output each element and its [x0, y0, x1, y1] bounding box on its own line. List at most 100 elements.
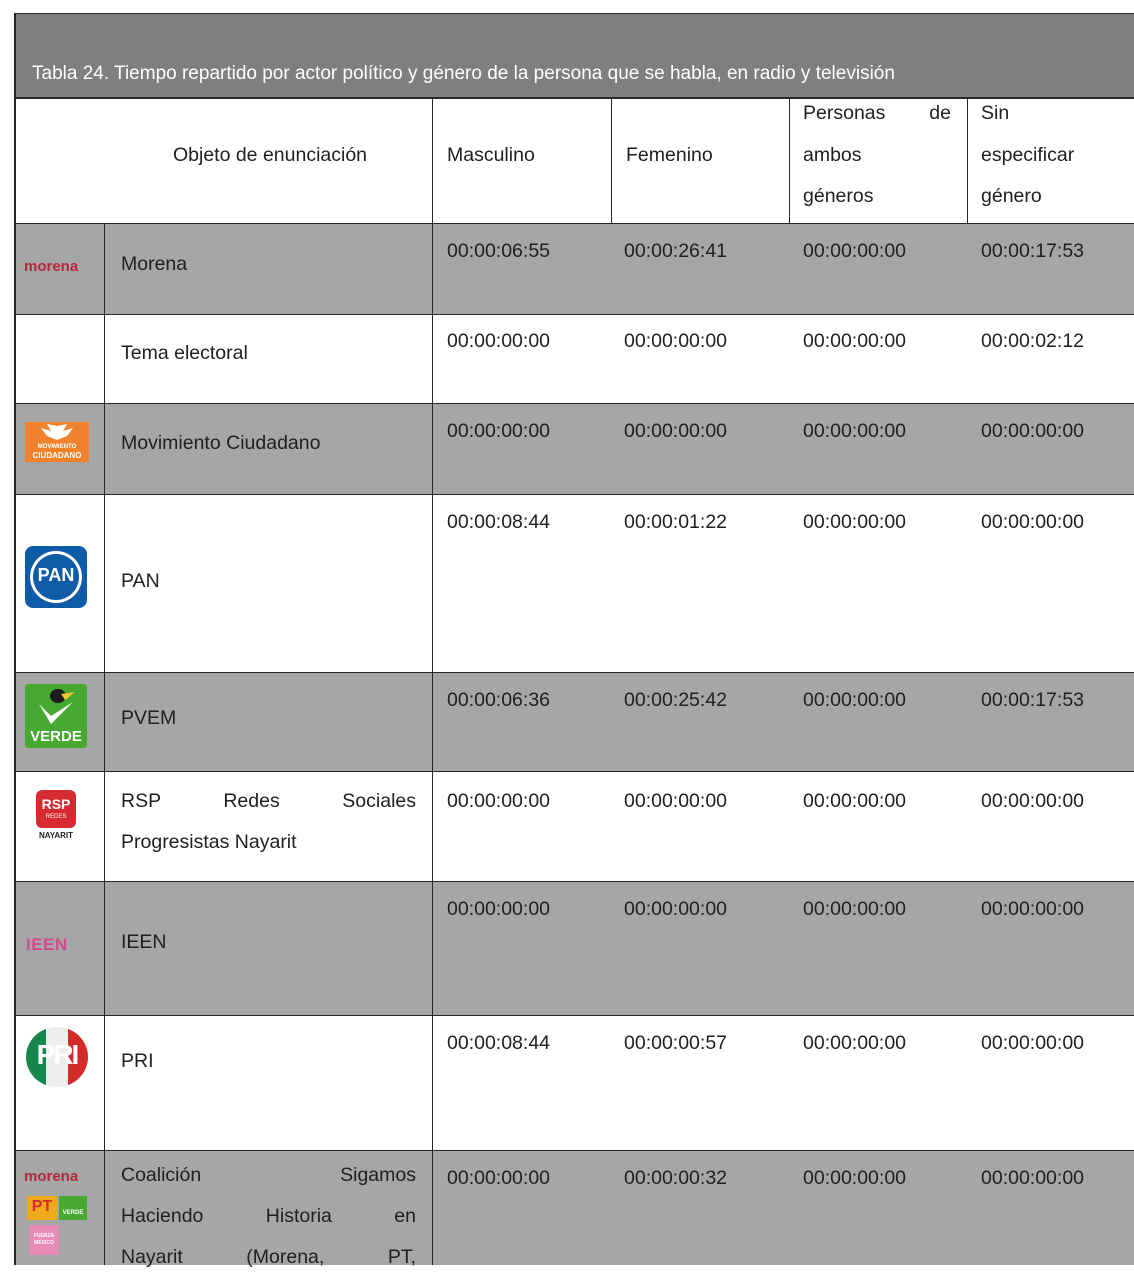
- rule-6: [16, 881, 1134, 882]
- row-name: PVEM: [121, 707, 177, 729]
- coalicion-fxm-logo: FUERZA MÉXICO: [29, 1225, 59, 1255]
- movimiento-ciudadano-logo: MOVIMIENTO CIUDADANO: [25, 422, 89, 462]
- rule-1: [16, 314, 1134, 315]
- rule-2: [16, 403, 1134, 404]
- row-name-line2: Progresistas Nayarit: [121, 831, 297, 853]
- table-caption-bar: Tabla 24. Tiempo repartido por actor pol…: [16, 14, 1134, 99]
- cell-ambos: 00:00:00:00: [803, 790, 907, 812]
- cell-masculino: 00:00:00:00: [447, 420, 551, 442]
- rule-7: [16, 1015, 1134, 1016]
- eagle-icon: [41, 424, 73, 440]
- row-bg-morena: [105, 224, 1134, 314]
- coalicion-pt-logo: PT: [27, 1196, 57, 1220]
- row-name: PAN: [121, 570, 160, 592]
- toucan-icon: [39, 689, 75, 724]
- rule-3: [16, 494, 1134, 495]
- cell-femenino: 00:00:26:41: [624, 240, 728, 262]
- header-objeto: Objeto de enunciación: [172, 144, 368, 166]
- cell-masculino: 00:00:00:00: [447, 330, 551, 352]
- row-name: PRI: [121, 1050, 154, 1072]
- cell-femenino: 00:00:00:00: [624, 898, 728, 920]
- morena-logo: morena: [24, 258, 79, 275]
- vrule-ambos: [967, 99, 968, 224]
- header-femenino: Femenino: [626, 144, 713, 166]
- row-name-line2: Haciendo Historia en: [121, 1205, 416, 1227]
- cell-femenino: 00:00:25:42: [624, 689, 728, 711]
- mc-logo-text-1: MOVIMIENTO: [37, 444, 77, 450]
- cell-sin: 00:00:00:00: [981, 790, 1085, 812]
- fxm-logo-text: FUERZA MÉXICO: [33, 1233, 55, 1246]
- header-ambos-line1: Personas de: [803, 102, 951, 124]
- pvem-logo-text: VERDE: [30, 728, 82, 745]
- cell-ambos: 00:00:00:00: [803, 511, 907, 533]
- vrule-masculino: [611, 99, 612, 224]
- cell-masculino: 00:00:00:00: [447, 898, 551, 920]
- rsp-logo-sub: REDES: [45, 814, 67, 820]
- cell-ambos: 00:00:00:00: [803, 420, 907, 442]
- cell-masculino: 00:00:00:00: [447, 790, 551, 812]
- cell-sin: 00:00:00:00: [981, 898, 1085, 920]
- cell-masculino: 00:00:06:36: [447, 689, 551, 711]
- cell-ambos: 00:00:00:00: [803, 1167, 907, 1189]
- row-name: Morena: [121, 253, 188, 275]
- vrule-femenino: [789, 99, 790, 224]
- vrule-object: [432, 99, 433, 1265]
- cell-femenino: 00:00:01:22: [624, 511, 728, 533]
- coalicion-morena-logo: morena: [24, 1168, 79, 1185]
- cell-femenino: 00:00:00:57: [624, 1032, 728, 1054]
- row-name-line1: Coalición Sigamos: [121, 1164, 416, 1186]
- row-name-line1: RSP Redes Sociales: [121, 790, 416, 812]
- rsp-logo: RSP REDES NAYARIT: [28, 790, 84, 842]
- header-sin-line3: género: [981, 185, 1042, 207]
- row-bg-ieen: [105, 882, 1134, 1015]
- cell-sin: 00:00:00:00: [981, 1032, 1085, 1054]
- rule-8: [16, 1150, 1134, 1151]
- cell-sin: 00:00:17:53: [981, 689, 1085, 711]
- mc-logo-text-2: CIUDADANO: [32, 451, 82, 460]
- pt-logo-text: PT: [31, 1198, 53, 1215]
- table-frame: [14, 13, 1134, 1265]
- cell-ambos: 00:00:00:00: [803, 240, 907, 262]
- vrule-logo: [104, 223, 105, 1265]
- row-name: Tema electoral: [121, 342, 248, 364]
- cell-sin: 00:00:00:00: [981, 511, 1085, 533]
- table-caption: Tabla 24. Tiempo repartido por actor pol…: [32, 63, 895, 84]
- cell-ambos: 00:00:00:00: [803, 1032, 907, 1054]
- row-name-line3: Nayarit (Morena, PT,: [121, 1246, 416, 1268]
- header-sin-line1: Sin: [981, 102, 1010, 124]
- pan-logo: PAN: [25, 546, 87, 608]
- rsp-logo-state: NAYARIT: [38, 831, 74, 840]
- cell-masculino: 00:00:08:44: [447, 511, 551, 533]
- cell-sin: 00:00:02:12: [981, 330, 1085, 352]
- header-ambos-line3: géneros: [803, 185, 874, 207]
- pri-logo-text: PRI: [36, 1039, 80, 1070]
- rule-4: [16, 672, 1134, 673]
- coalicion-verde-logo: VERDE: [59, 1196, 87, 1220]
- row-name: IEEN: [121, 931, 167, 953]
- cell-femenino: 00:00:00:00: [624, 790, 728, 812]
- cell-femenino: 00:00:00:00: [624, 420, 728, 442]
- header-sin-line2: especificar: [981, 144, 1075, 166]
- header-ambos-line2: ambos: [803, 144, 862, 166]
- cell-sin: 00:00:00:00: [981, 420, 1085, 442]
- cell-masculino: 00:00:00:00: [447, 1167, 551, 1189]
- pri-logo: PRI: [26, 1027, 88, 1087]
- cell-femenino: 00:00:00:32: [624, 1167, 728, 1189]
- pvem-logo: VERDE: [25, 684, 87, 748]
- cell-ambos: 00:00:00:00: [803, 689, 907, 711]
- cell-sin: 00:00:17:53: [981, 240, 1085, 262]
- cell-masculino: 00:00:06:55: [447, 240, 551, 262]
- pan-logo-text: PAN: [37, 565, 75, 585]
- cell-masculino: 00:00:08:44: [447, 1032, 551, 1054]
- cell-ambos: 00:00:00:00: [803, 898, 907, 920]
- row-name: Movimiento Ciudadano: [121, 432, 321, 454]
- row-bg-pvem: [105, 673, 1134, 771]
- ieen-logo: IEEN: [26, 935, 68, 954]
- cell-femenino: 00:00:00:00: [624, 330, 728, 352]
- rule-5: [16, 771, 1134, 772]
- cell-sin: 00:00:00:00: [981, 1167, 1085, 1189]
- header-masculino: Masculino: [447, 144, 535, 166]
- verde-small-text: VERDE: [62, 1210, 84, 1216]
- rsp-logo-text: RSP: [41, 796, 71, 812]
- cell-ambos: 00:00:00:00: [803, 330, 907, 352]
